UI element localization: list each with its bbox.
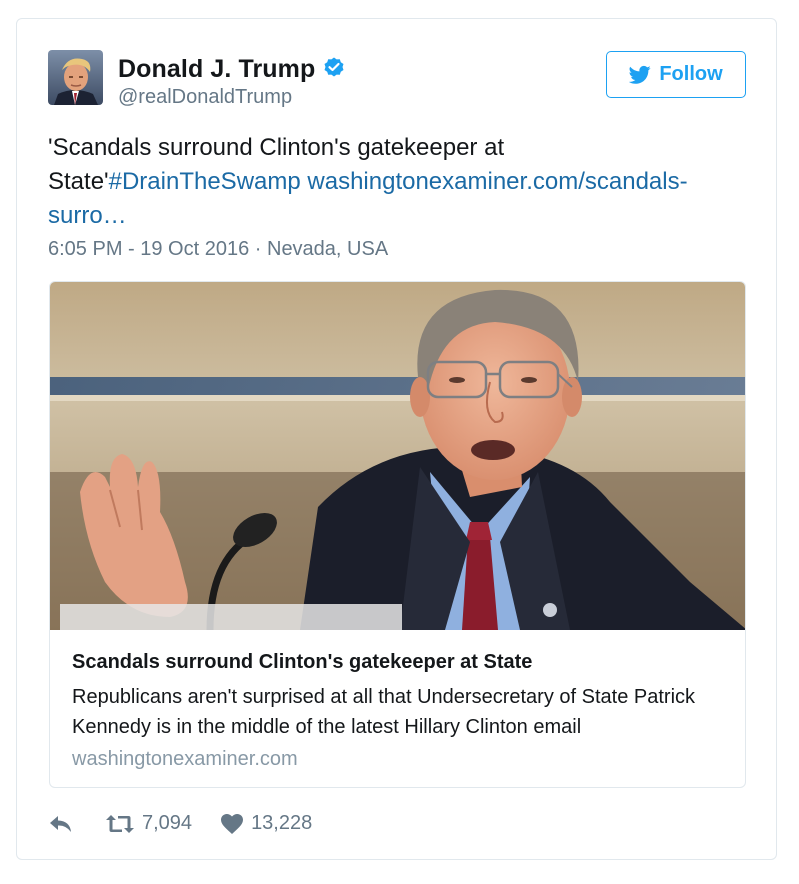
tweet-actions: 7,094 13,228 — [48, 812, 312, 835]
tweet-card: Donald J. Trump @realDonaldTrump Follow … — [16, 18, 777, 860]
tweet-timestamp[interactable]: 6:05 PM - 19 Oct 2016 · Nevada, USA — [48, 238, 388, 261]
like-count: 13,228 — [251, 812, 313, 834]
card-domain: washingtonexaminer.com — [72, 748, 298, 770]
verified-badge-icon — [324, 57, 344, 77]
follow-label: Follow — [659, 63, 723, 85]
author-handle[interactable]: @realDonaldTrump — [118, 86, 292, 109]
author-name[interactable]: Donald J. Trump — [118, 55, 315, 84]
link-preview-card[interactable]: Scandals surround Clinton's gatekeeper a… — [49, 281, 746, 788]
reply-button[interactable] — [48, 813, 74, 835]
follow-button[interactable]: Follow — [606, 51, 746, 98]
twitter-bird-icon — [629, 65, 651, 84]
avatar[interactable] — [48, 50, 103, 105]
reply-icon — [50, 815, 71, 832]
retweet-icon — [106, 814, 134, 833]
retweet-button[interactable]: 7,094 — [105, 812, 192, 835]
card-image[interactable] — [50, 282, 745, 630]
card-description: Republicans aren't surprised at all that… — [72, 686, 696, 738]
like-button[interactable]: 13,228 — [220, 812, 312, 835]
tweet-text: 'Scandals surround Clinton's gatekeeper … — [48, 131, 728, 233]
author-name-row[interactable]: Donald J. Trump — [118, 55, 346, 84]
card-title[interactable]: Scandals surround Clinton's gatekeeper a… — [72, 651, 532, 674]
hashtag-link[interactable]: #DrainTheSwamp — [109, 168, 301, 195]
heart-icon — [221, 813, 244, 834]
retweet-count: 7,094 — [142, 812, 193, 834]
